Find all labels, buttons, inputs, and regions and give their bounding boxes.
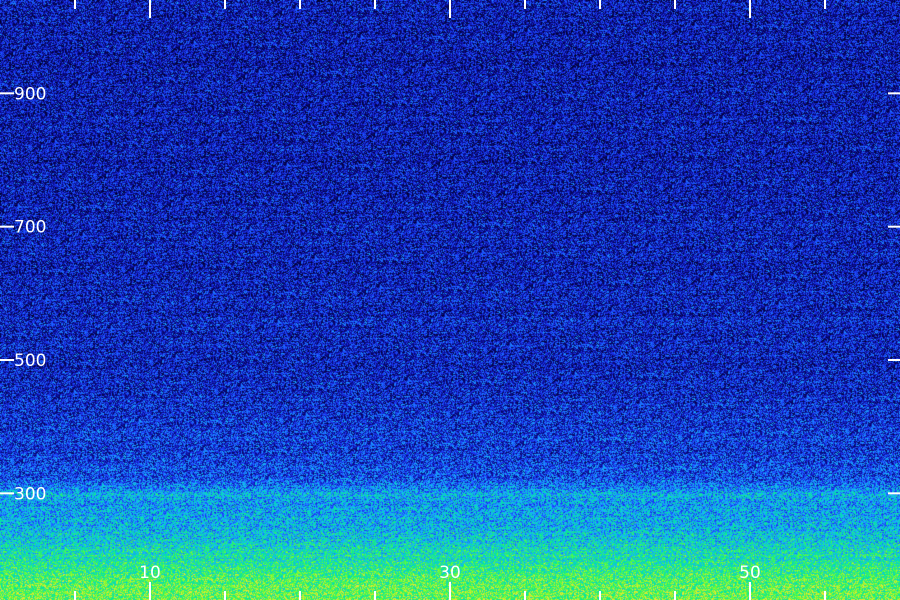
axis-overlay: 10 30 50 900 700 500 300 bbox=[0, 0, 900, 600]
x-tick-label: 30 bbox=[439, 563, 461, 583]
x-tick-label: 10 bbox=[139, 563, 161, 583]
y-tick-label: 300 bbox=[14, 484, 46, 504]
y-tick-label: 700 bbox=[14, 218, 46, 238]
y-tick-label: 500 bbox=[14, 351, 46, 371]
x-tick-label: 50 bbox=[739, 563, 761, 583]
y-tick-label: 900 bbox=[14, 84, 46, 104]
spectrogram-chart: 10 30 50 900 700 500 300 bbox=[0, 0, 900, 600]
